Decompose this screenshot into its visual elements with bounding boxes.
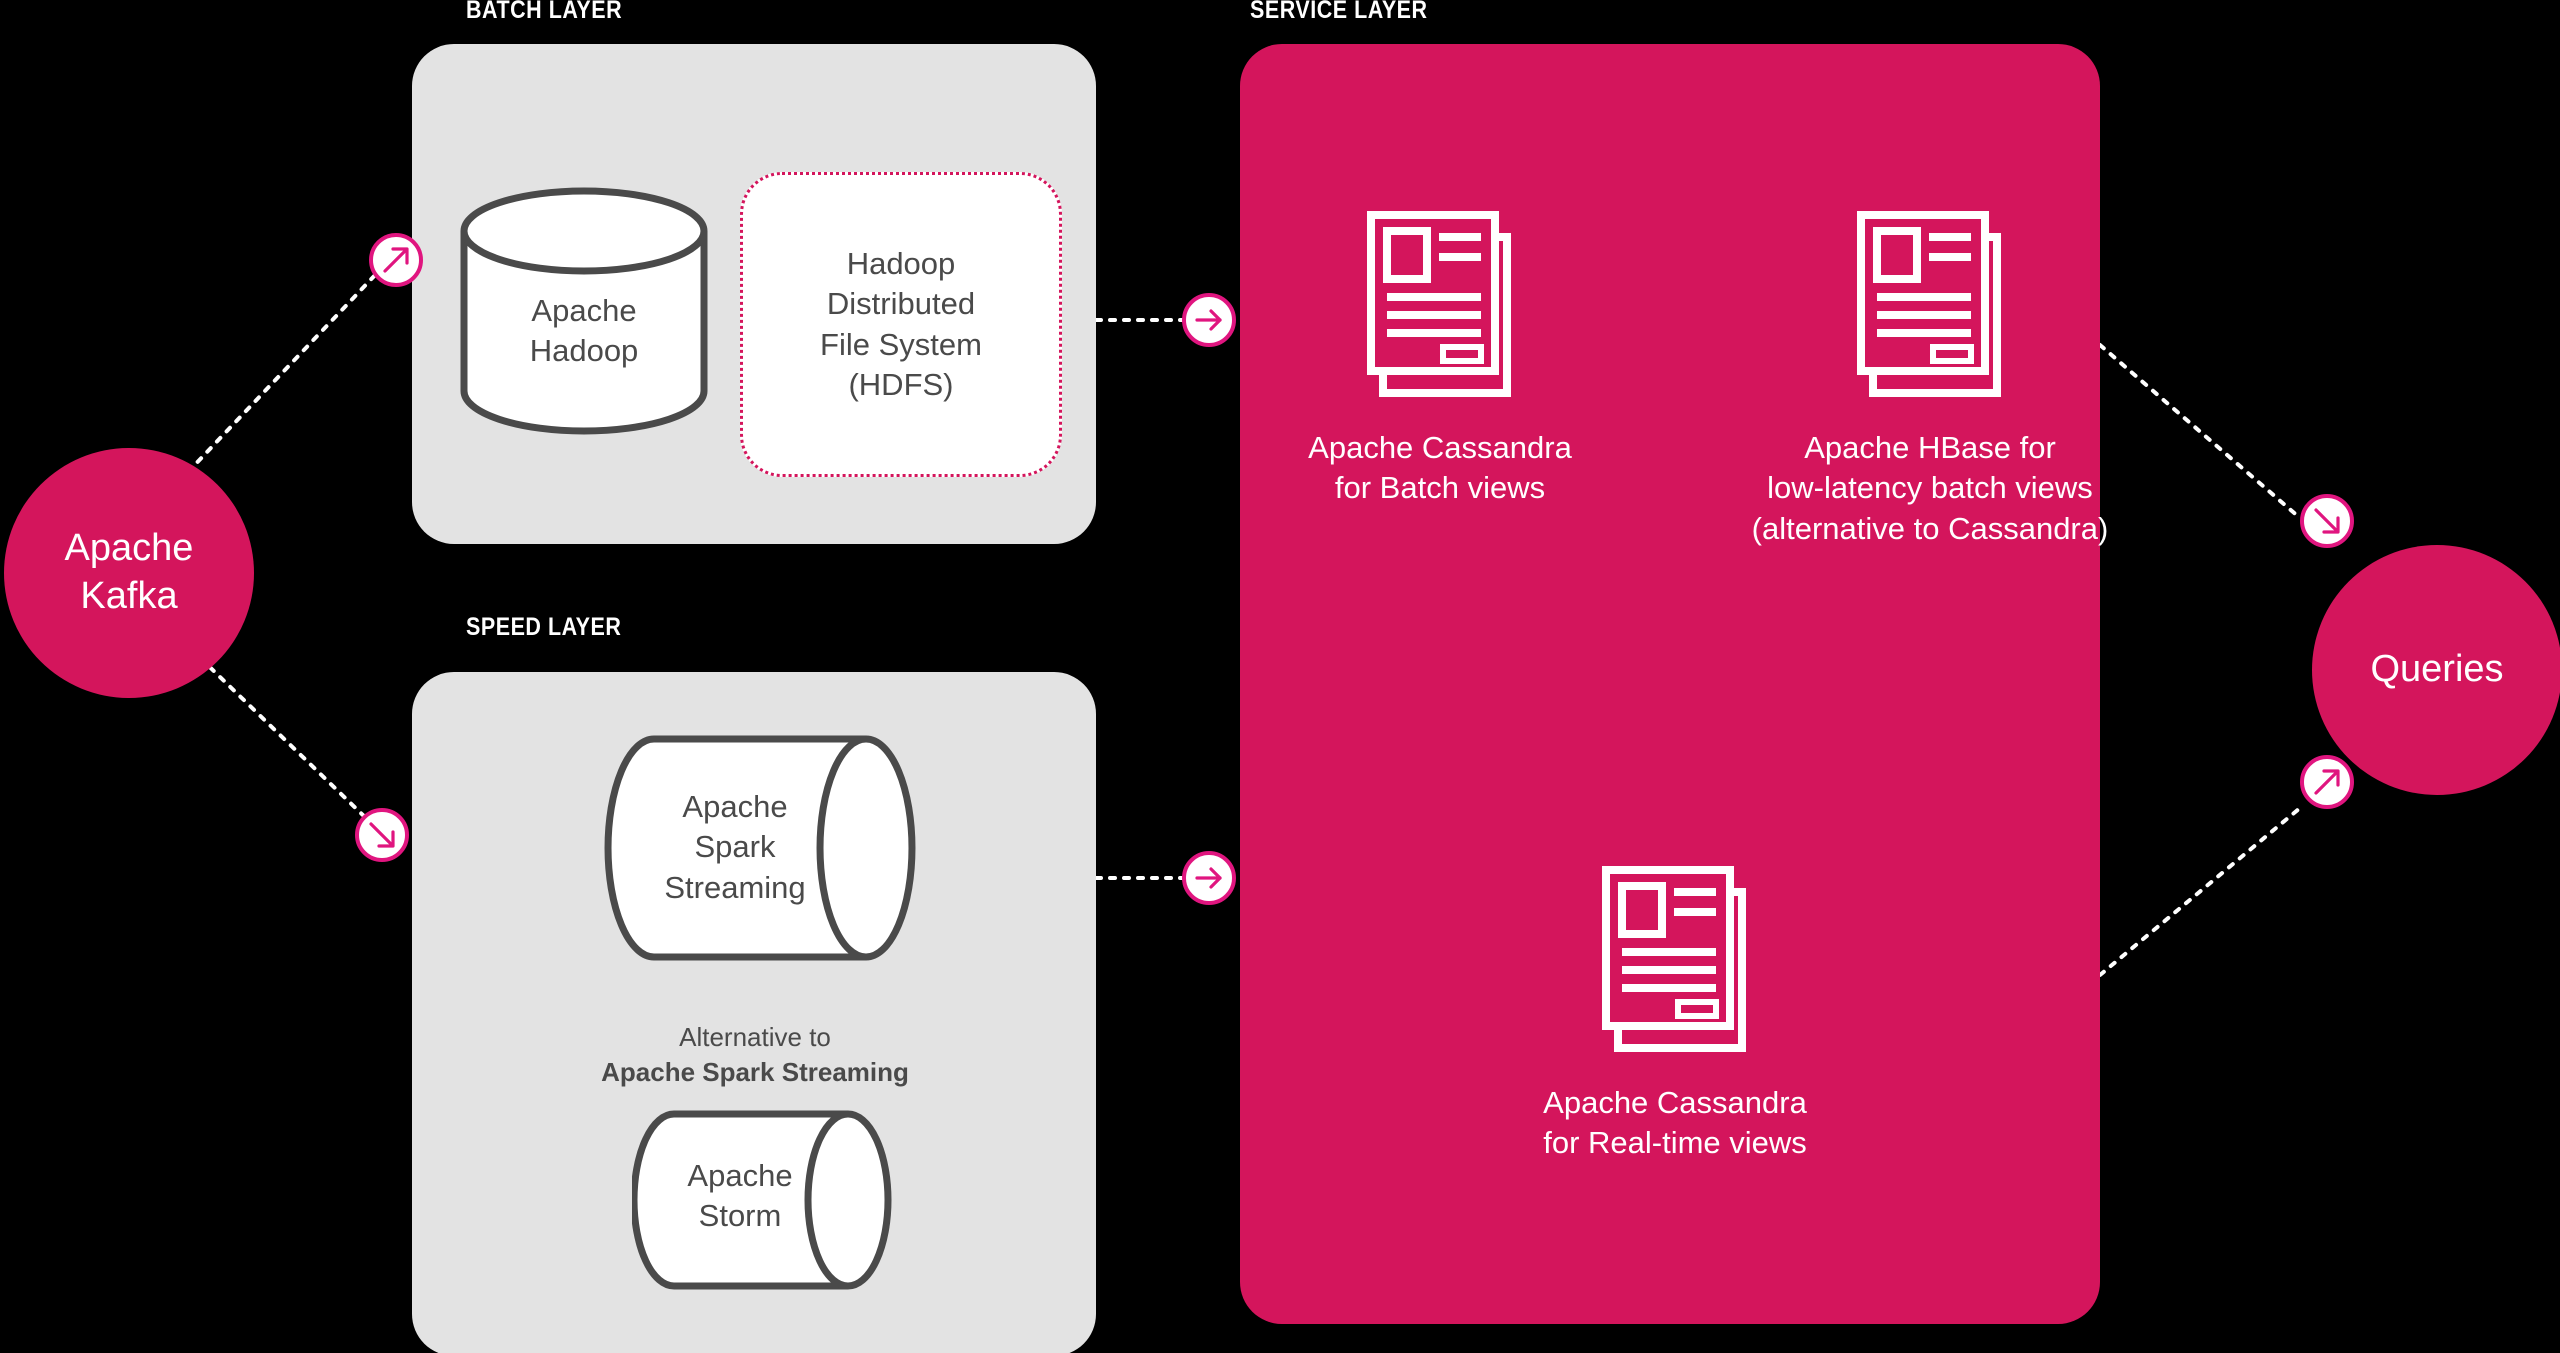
badge-service-to-queries-lower[interactable] bbox=[2300, 755, 2354, 809]
hdfs-label-line2: Distributed bbox=[826, 286, 976, 322]
node-apache-storm[interactable]: Apache Storm bbox=[632, 1110, 894, 1290]
caption-service-layer: SERVICE LAYER bbox=[1250, 0, 1428, 24]
storm-label-line1: Apache bbox=[687, 1158, 793, 1193]
caption-batch-layer: BATCH LAYER bbox=[466, 0, 623, 24]
document-stack-icon bbox=[1857, 211, 2001, 397]
hbase-line2: low-latency batch views bbox=[1767, 470, 2093, 506]
kafka-label-line2: Kafka bbox=[80, 575, 178, 617]
badge-batch-to-service[interactable] bbox=[1182, 293, 1236, 347]
hbase-line3: (alternative to Cassandra) bbox=[1751, 510, 2109, 546]
node-hdfs[interactable]: Hadoop Distributed File System (HDFS) bbox=[740, 172, 1062, 477]
kafka-label: Apache Kafka bbox=[65, 525, 194, 621]
spark-label-line2: Spark bbox=[694, 829, 776, 865]
badge-kafka-to-batch[interactable] bbox=[369, 233, 423, 287]
hadoop-label: Apache Hadoop bbox=[459, 291, 709, 370]
speed-layer-alternative-note: Alternative to Apache Spark Streaming bbox=[520, 1020, 990, 1089]
document-stack-icon bbox=[1367, 211, 1511, 397]
node-apache-hbase[interactable]: Apache HBase for low-latency batch views… bbox=[1715, 205, 2145, 549]
cassandra-batch-line1: Apache Cassandra bbox=[1308, 430, 1572, 465]
cassandra-batch-line2: for Batch views bbox=[1334, 470, 1546, 506]
hdfs-label: Hadoop Distributed File System (HDFS) bbox=[820, 244, 982, 405]
cassandra-batch-caption: Apache Cassandra for Batch views bbox=[1295, 428, 1585, 509]
node-apache-hadoop[interactable]: Apache Hadoop bbox=[459, 186, 709, 436]
alt-note-line2: Apache Spark Streaming bbox=[601, 1056, 909, 1087]
hadoop-label-line1: Apache bbox=[531, 293, 637, 328]
storm-label: Apache Storm bbox=[632, 1156, 848, 1237]
node-queries[interactable]: Queries bbox=[2312, 545, 2560, 795]
badge-service-to-queries-upper[interactable] bbox=[2300, 494, 2354, 548]
spark-label-line3: Streaming bbox=[664, 869, 806, 905]
hdfs-label-line1: Hadoop bbox=[846, 245, 956, 281]
cassandra-realtime-line2: for Real-time views bbox=[1543, 1125, 1807, 1161]
queries-label: Queries bbox=[2370, 648, 2504, 691]
arrow-up-right-icon bbox=[2314, 769, 2340, 795]
arrow-up-right-icon bbox=[383, 247, 409, 273]
badge-kafka-to-speed[interactable] bbox=[355, 808, 409, 862]
node-apache-spark-streaming[interactable]: Apache Spark Streaming bbox=[604, 735, 920, 961]
arrow-down-right-icon bbox=[369, 822, 395, 848]
cassandra-realtime-line1: Apache Cassandra bbox=[1543, 1085, 1807, 1120]
node-cassandra-realtime-views[interactable]: Apache Cassandra for Real-time views bbox=[1525, 860, 1825, 1164]
hbase-line1: Apache HBase for bbox=[1804, 430, 2056, 465]
hdfs-label-line4: (HDFS) bbox=[848, 366, 954, 402]
hbase-caption: Apache HBase for low-latency batch views… bbox=[1715, 428, 2145, 549]
hadoop-label-line2: Hadoop bbox=[529, 332, 639, 368]
kafka-label-line1: Apache bbox=[64, 527, 194, 570]
alt-note-line1: Alternative to bbox=[679, 1022, 831, 1052]
arrow-down-right-icon bbox=[2314, 508, 2340, 534]
cassandra-realtime-caption: Apache Cassandra for Real-time views bbox=[1525, 1083, 1825, 1164]
document-stack-icon bbox=[1602, 866, 1746, 1052]
arrow-right-icon bbox=[1195, 309, 1222, 331]
spark-label-line1: Apache bbox=[682, 789, 788, 824]
hdfs-label-line3: File System bbox=[820, 326, 982, 362]
spark-label: Apache Spark Streaming bbox=[604, 787, 866, 908]
badge-speed-to-service[interactable] bbox=[1182, 851, 1236, 905]
storm-label-line2: Storm bbox=[698, 1198, 782, 1234]
node-cassandra-batch-views[interactable]: Apache Cassandra for Batch views bbox=[1295, 205, 1585, 509]
node-apache-kafka[interactable]: Apache Kafka bbox=[4, 448, 254, 698]
diagram-canvas: BATCH LAYER SPEED LAYER SERVICE LAYER Ap… bbox=[0, 0, 2560, 1353]
caption-speed-layer: SPEED LAYER bbox=[466, 613, 622, 641]
arrow-right-icon bbox=[1195, 867, 1222, 889]
